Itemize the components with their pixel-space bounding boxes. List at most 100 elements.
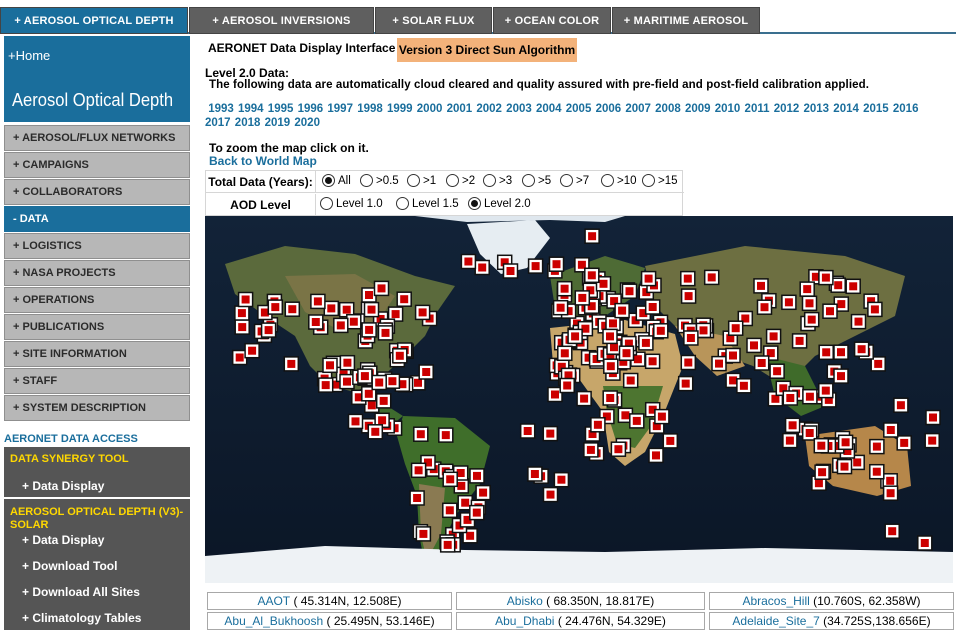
tab-solar-flux[interactable]: + SOLAR FLUX bbox=[375, 7, 492, 34]
site-marker-icon[interactable] bbox=[683, 330, 699, 346]
site-link[interactable]: Adelaide_Site_7 bbox=[732, 614, 819, 628]
aod-level-option[interactable]: Level 1.5 bbox=[396, 197, 459, 210]
site-marker-icon[interactable] bbox=[469, 468, 485, 484]
site-marker-icon[interactable] bbox=[791, 333, 808, 349]
site-marker-icon[interactable] bbox=[756, 299, 773, 315]
site-marker-icon[interactable] bbox=[267, 299, 284, 315]
site-marker-icon[interactable] bbox=[474, 259, 490, 276]
site-marker-icon[interactable] bbox=[284, 301, 301, 317]
site-marker-icon[interactable] bbox=[784, 417, 801, 434]
aod-level-option[interactable]: Level 1.0 bbox=[320, 197, 383, 210]
site-marker-icon[interactable] bbox=[753, 355, 770, 371]
nav-staff[interactable]: + STAFF bbox=[4, 368, 190, 394]
site-marker-icon[interactable] bbox=[384, 373, 401, 389]
site-marker-icon[interactable] bbox=[375, 393, 392, 409]
site-marker-icon[interactable] bbox=[869, 438, 885, 455]
radio-icon[interactable] bbox=[407, 174, 420, 187]
site-link[interactable]: Abracos_Hill bbox=[742, 594, 809, 608]
site-marker-icon[interactable] bbox=[893, 397, 909, 413]
site-marker-icon[interactable] bbox=[347, 413, 364, 430]
site-marker-icon[interactable] bbox=[746, 337, 762, 354]
site-marker-icon[interactable] bbox=[850, 313, 867, 330]
total-data-option[interactable]: >10 bbox=[601, 174, 637, 187]
site-marker-icon[interactable] bbox=[590, 417, 606, 433]
year-link-2020[interactable]: 2020 bbox=[294, 117, 320, 129]
site-marker-icon[interactable] bbox=[392, 348, 408, 364]
site-marker-icon[interactable] bbox=[727, 320, 744, 336]
year-link-2010[interactable]: 2010 bbox=[715, 103, 741, 115]
radio-icon[interactable] bbox=[468, 197, 481, 210]
site-marker-icon[interactable] bbox=[567, 328, 583, 345]
site-marker-icon[interactable] bbox=[583, 442, 599, 458]
tab-aerosol-inversions[interactable]: + AEROSOL INVERSIONS bbox=[189, 7, 374, 34]
site-marker-icon[interactable] bbox=[339, 373, 355, 390]
site-marker-icon[interactable] bbox=[703, 269, 720, 286]
year-link-2019[interactable]: 2019 bbox=[265, 117, 291, 129]
site-marker-icon[interactable] bbox=[308, 314, 324, 330]
site-link[interactable]: Abu_Al_Bukhoosh bbox=[224, 614, 323, 628]
year-link-2005[interactable]: 2005 bbox=[566, 103, 592, 115]
nav-publications[interactable]: + PUBLICATIONS bbox=[4, 314, 190, 340]
year-link-2012[interactable]: 2012 bbox=[774, 103, 800, 115]
site-marker-icon[interactable] bbox=[662, 433, 679, 449]
site-marker-icon[interactable] bbox=[527, 258, 544, 274]
year-link-2013[interactable]: 2013 bbox=[804, 103, 830, 115]
site-marker-icon[interactable] bbox=[680, 354, 697, 371]
site-marker-icon[interactable] bbox=[396, 291, 412, 307]
site-marker-icon[interactable] bbox=[373, 280, 390, 297]
site-marker-icon[interactable] bbox=[339, 354, 356, 371]
total-data-option[interactable]: >3 bbox=[483, 174, 512, 187]
aod-download-all-sites-link[interactable]: + Download All Sites bbox=[22, 585, 140, 599]
site-marker-icon[interactable] bbox=[917, 535, 933, 551]
nav-aerosol-flux-networks[interactable]: + AEROSOL/FLUX NETWORKS bbox=[4, 125, 190, 151]
site-marker-icon[interactable] bbox=[260, 322, 277, 338]
site-marker-icon[interactable] bbox=[629, 413, 645, 429]
site-marker-icon[interactable] bbox=[413, 426, 429, 442]
site-marker-icon[interactable] bbox=[409, 490, 425, 506]
site-marker-icon[interactable] bbox=[644, 299, 661, 315]
year-link-1994[interactable]: 1994 bbox=[238, 103, 264, 115]
year-link-1998[interactable]: 1998 bbox=[357, 103, 383, 115]
site-marker-icon[interactable] bbox=[410, 462, 427, 479]
site-marker-icon[interactable] bbox=[614, 302, 630, 319]
site-marker-icon[interactable] bbox=[653, 323, 669, 339]
radio-icon[interactable] bbox=[322, 174, 335, 187]
site-marker-icon[interactable] bbox=[814, 464, 830, 480]
home-link[interactable]: +Home bbox=[8, 48, 50, 63]
site-marker-icon[interactable] bbox=[371, 374, 387, 391]
site-marker-icon[interactable] bbox=[610, 441, 627, 457]
tab-aerosol-optical-depth[interactable]: + AEROSOL OPTICAL DEPTH bbox=[0, 7, 188, 34]
site-marker-icon[interactable] bbox=[557, 345, 573, 362]
site-marker-icon[interactable] bbox=[542, 425, 559, 442]
site-marker-icon[interactable] bbox=[542, 486, 559, 503]
site-marker-icon[interactable] bbox=[548, 256, 565, 272]
site-marker-icon[interactable] bbox=[883, 422, 899, 438]
radio-icon[interactable] bbox=[320, 197, 333, 210]
site-marker-icon[interactable] bbox=[802, 388, 818, 405]
year-link-2002[interactable]: 2002 bbox=[476, 103, 502, 115]
site-marker-icon[interactable] bbox=[519, 423, 536, 439]
year-link-2001[interactable]: 2001 bbox=[447, 103, 473, 115]
site-marker-icon[interactable] bbox=[803, 311, 820, 328]
site-marker-icon[interactable] bbox=[853, 341, 870, 357]
site-marker-icon[interactable] bbox=[818, 269, 834, 286]
site-marker-icon[interactable] bbox=[782, 390, 799, 406]
site-marker-icon[interactable] bbox=[925, 409, 941, 426]
total-data-option[interactable]: >5 bbox=[522, 174, 551, 187]
aod-data-display-link[interactable]: + Data Display bbox=[22, 533, 104, 547]
radio-icon[interactable] bbox=[560, 174, 573, 187]
site-marker-icon[interactable] bbox=[584, 267, 600, 284]
year-link-2016[interactable]: 2016 bbox=[893, 103, 919, 115]
site-marker-icon[interactable] bbox=[782, 432, 798, 449]
site-marker-icon[interactable] bbox=[896, 435, 912, 451]
nav-data[interactable]: - DATA bbox=[4, 206, 190, 232]
tab-maritime-aerosol[interactable]: + MARITIME AEROSOL bbox=[612, 7, 760, 34]
site-marker-icon[interactable] bbox=[460, 253, 477, 270]
year-link-1995[interactable]: 1995 bbox=[268, 103, 294, 115]
year-link-2015[interactable]: 2015 bbox=[863, 103, 889, 115]
site-marker-icon[interactable] bbox=[333, 317, 349, 334]
site-marker-icon[interactable] bbox=[317, 377, 334, 393]
synergy-data-display-link[interactable]: + Data Display bbox=[22, 479, 104, 493]
year-link-2006[interactable]: 2006 bbox=[596, 103, 622, 115]
site-marker-icon[interactable] bbox=[559, 377, 575, 394]
